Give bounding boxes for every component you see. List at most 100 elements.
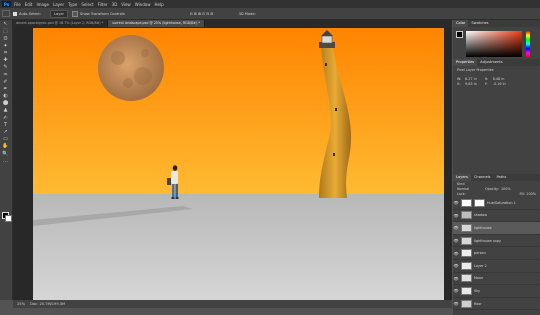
layer-thumbnail	[461, 236, 472, 245]
gradient-tool-icon[interactable]: ⬤	[2, 101, 9, 106]
lasso-tool-icon[interactable]: ʘ	[2, 36, 9, 42]
menu-file[interactable]: File	[14, 2, 21, 7]
right-panels: Color Swatches Properties Adjustments Pi…	[453, 20, 540, 315]
menu-select[interactable]: Select	[81, 2, 93, 7]
tab-paths[interactable]: Paths	[494, 174, 510, 181]
layer-row[interactable]: 👁 Layer 2	[453, 260, 540, 273]
photoshop-logo-icon[interactable]: Ps	[2, 1, 11, 7]
layers-panel-tabs: Layers Channels Paths	[453, 174, 540, 181]
tab-surreal-landscape[interactable]: surreal landscape.psd @ 25% (lighthouse,…	[108, 20, 205, 27]
tab-swatches[interactable]: Swatches	[468, 20, 491, 27]
align-icons[interactable]: ⊟ ⊞ ⊠ ⊡ ⊟ ⊞	[190, 12, 214, 16]
hand-tool-icon[interactable]: ✋	[2, 144, 9, 149]
visibility-eye-icon[interactable]: 👁	[453, 276, 459, 281]
visibility-eye-icon[interactable]: 👁	[453, 225, 459, 230]
layer-thumbnail	[461, 261, 472, 270]
document-canvas[interactable]	[33, 28, 444, 301]
move-tool-preset-icon[interactable]	[2, 10, 10, 17]
transform-controls-checkbox[interactable]	[72, 10, 79, 17]
path-selection-tool-icon[interactable]: ↗	[2, 130, 9, 135]
layer-row[interactable]: 👁 shadow	[453, 210, 540, 223]
layer-name: Layer 2	[474, 263, 487, 268]
layer-name: lighthouse	[474, 225, 492, 230]
history-brush-tool-icon[interactable]: ✒	[2, 86, 9, 92]
y-label: Y:	[484, 82, 488, 86]
visibility-eye-icon[interactable]: 👁	[453, 251, 459, 256]
zoom-tool-icon[interactable]: 🔍	[2, 151, 9, 157]
tab-layers[interactable]: Layers	[453, 174, 471, 181]
auto-select-checkbox[interactable]	[13, 11, 17, 16]
layer-mask-thumbnail[interactable]	[474, 198, 485, 207]
zoom-level[interactable]: 25%	[17, 302, 25, 306]
options-bar: Auto-Select: Layer Show Transform Contro…	[0, 8, 540, 20]
menu-view[interactable]: View	[121, 2, 131, 7]
background-color-swatch[interactable]	[5, 215, 12, 222]
tab-desert-apocalyptic[interactable]: desert-apocalyptic.psd @ 16.7% (Layer 2,…	[12, 20, 109, 27]
layer-name: Sky	[474, 288, 481, 293]
blur-tool-icon[interactable]: ▲	[2, 108, 9, 113]
x-field[interactable]: 9.83 in	[465, 82, 477, 87]
menu-type[interactable]: Type	[68, 2, 77, 7]
tab-adjustments[interactable]: Adjustments	[477, 59, 506, 66]
clone-stamp-tool-icon[interactable]: ✐	[2, 79, 9, 85]
menu-filter[interactable]: Filter	[98, 2, 108, 7]
artwork	[33, 28, 444, 301]
layer-row[interactable]: 👁 person	[453, 247, 540, 260]
eyedropper-tool-icon[interactable]: ✚	[2, 58, 9, 63]
menu-edit[interactable]: Edit	[25, 2, 33, 7]
layer-name: lighthouse copy	[474, 238, 501, 243]
menu-layer[interactable]: Layer	[53, 2, 64, 7]
type-tool-icon[interactable]: T	[2, 122, 9, 128]
visibility-eye-icon[interactable]: 👁	[453, 238, 459, 243]
menu-3d[interactable]: 3D	[112, 2, 118, 7]
eraser-tool-icon[interactable]: ◐	[2, 94, 9, 99]
status-bar: 25% Doc: 20.7M/199.3M	[13, 300, 452, 308]
layer-row[interactable]: 👁 Sky	[453, 285, 540, 298]
layer-thumbnail	[461, 211, 472, 220]
properties-panel: Pixel Layer Properties W: 6.27 in H: 8.4…	[453, 66, 540, 174]
menu-help[interactable]: Help	[154, 2, 163, 7]
layer-thumbnail	[461, 249, 472, 258]
move-tool-icon[interactable]: ↖	[2, 22, 9, 27]
healing-tool-icon[interactable]: ✎	[2, 65, 9, 70]
color-picker-field[interactable]	[466, 31, 522, 57]
document-size: Doc: 20.7M/199.3M	[30, 302, 66, 306]
tools-panel: ↖ ⬚ ʘ ✦ ⌗ ✚ ✎ ♒ ✐ ✒ ◐ ⬤ ▲ ✍ T ↗ ▭ ✋ 🔍 …	[0, 20, 13, 300]
y-field[interactable]: -0.16 in	[493, 82, 506, 87]
layer-row[interactable]: 👁 Moon	[453, 273, 540, 286]
opacity-field[interactable]: 100%	[501, 187, 511, 192]
quick-select-tool-icon[interactable]: ✦	[2, 43, 9, 49]
marquee-tool-icon[interactable]: ⬚	[2, 29, 9, 34]
menu-image[interactable]: Image	[36, 2, 49, 7]
pen-tool-icon[interactable]: ✍	[2, 115, 9, 121]
fg-color-chip[interactable]	[456, 31, 463, 38]
layer-row[interactable]: 👁 lighthouse copy	[453, 235, 540, 248]
rectangle-tool-icon[interactable]: ▭	[2, 137, 9, 142]
layer-row[interactable]: 👁 floor	[453, 298, 540, 311]
x-label: X:	[457, 82, 461, 86]
tab-properties[interactable]: Properties	[453, 59, 478, 66]
auto-select-dropdown[interactable]: Layer	[50, 9, 69, 18]
more-tools-icon[interactable]: …	[2, 158, 9, 164]
visibility-eye-icon[interactable]: 👁	[453, 200, 459, 205]
hue-slider[interactable]	[526, 31, 530, 57]
tab-channels[interactable]: Channels	[471, 174, 494, 181]
menu-window[interactable]: Window	[135, 2, 151, 7]
layer-row[interactable]: 👁 Hue/Saturation 1	[453, 197, 540, 210]
fill-field[interactable]: 100%	[526, 192, 536, 196]
layer-thumbnail	[461, 274, 472, 283]
visibility-eye-icon[interactable]: 👁	[453, 301, 459, 306]
visibility-eye-icon[interactable]: 👁	[453, 263, 459, 268]
layer-name: Moon	[474, 276, 484, 281]
layers-panel: Kind Normal Opacity: 100% Lock: Fill: 10…	[453, 181, 540, 315]
sky	[33, 28, 444, 196]
moon	[98, 35, 164, 101]
crop-tool-icon[interactable]: ⌗	[2, 50, 9, 56]
visibility-eye-icon[interactable]: 👁	[453, 213, 459, 218]
properties-panel-tabs: Properties Adjustments	[453, 59, 540, 66]
brush-tool-icon[interactable]: ♒	[2, 72, 9, 78]
visibility-eye-icon[interactable]: 👁	[453, 288, 459, 293]
layer-row[interactable]: 👁 lighthouse	[453, 222, 540, 235]
ground	[33, 194, 444, 301]
tab-color[interactable]: Color	[453, 20, 469, 27]
